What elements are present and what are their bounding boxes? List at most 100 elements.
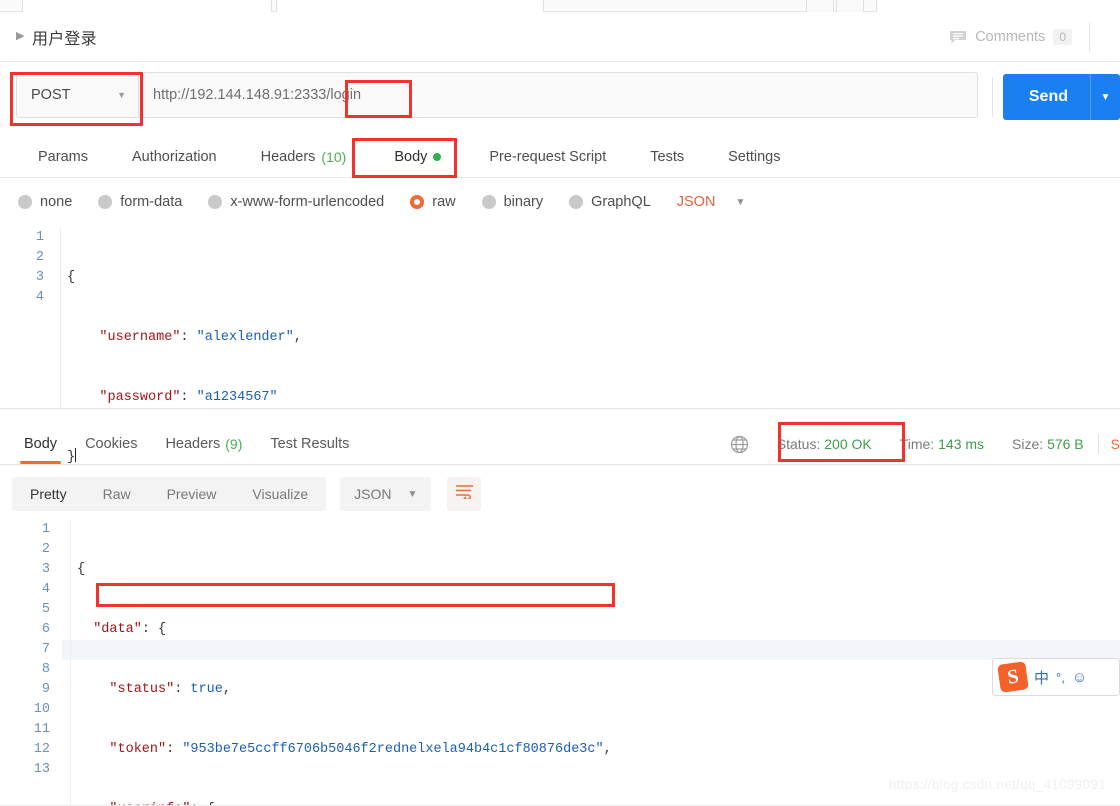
code-line: "token": "953be7e5ccff6706b5046f2rednelx… xyxy=(109,742,612,757)
tab-authorization[interactable]: Authorization xyxy=(110,136,239,178)
comments-button[interactable]: Comments 0 xyxy=(949,12,1072,62)
panel-divider xyxy=(0,408,1120,409)
code-line: { xyxy=(67,270,76,285)
time-badge: Time: 143 ms xyxy=(886,436,998,452)
request-tabs: Params Authorization Headers (10) Body P… xyxy=(0,136,1120,178)
ime-emoji-button[interactable]: ☺ xyxy=(1072,669,1087,686)
line-number: 11 xyxy=(33,722,50,737)
body-type-label: form-data xyxy=(120,194,183,210)
url-text: http://192.144.148.91:2333/login xyxy=(153,87,362,103)
ime-toolbar[interactable]: S 中 °, ☺ xyxy=(992,658,1120,696)
response-tab-headers[interactable]: Headers (9) xyxy=(151,424,256,464)
tab-tests[interactable]: Tests xyxy=(628,136,706,178)
save-response-link[interactable]: S xyxy=(1099,436,1120,452)
tab-count: (10) xyxy=(321,148,347,165)
tab-label: Headers xyxy=(260,148,316,165)
json-key: "token" xyxy=(109,742,167,757)
radio-icon xyxy=(569,195,584,209)
chevron-down-icon: ▼ xyxy=(407,488,418,500)
json-key: "status" xyxy=(109,682,175,697)
json-value: true xyxy=(190,682,223,697)
chevron-right-icon[interactable]: ▶ xyxy=(16,31,28,42)
line-number: 3 xyxy=(41,562,50,577)
response-format-select[interactable]: JSON ▼ xyxy=(340,477,432,511)
body-type-form-data[interactable]: form-data xyxy=(98,194,182,210)
tab-label: Params xyxy=(38,148,88,165)
tab-headers[interactable]: Headers (10) xyxy=(239,136,369,178)
send-button-group: Send ▼ xyxy=(991,74,1120,120)
send-button[interactable]: Send xyxy=(1002,74,1090,120)
line-number: 12 xyxy=(33,742,50,757)
url-bar: POST ▼ http://192.144.148.91:2333/login xyxy=(0,62,1120,128)
tab-strip-segment[interactable] xyxy=(22,0,272,12)
request-code[interactable]: { "username": "alexlender", "password": … xyxy=(60,228,1120,465)
radio-icon xyxy=(208,195,223,209)
response-body-editor[interactable]: 1 2 3 4 5 6 7 8 9 10 11 12 13 { "data": … xyxy=(0,520,1120,806)
url-input[interactable]: http://192.144.148.91:2333/login xyxy=(138,72,978,118)
line-number: 1 xyxy=(35,230,44,245)
response-meta: Status: 200 OK Time: 143 ms Size: 576 B … xyxy=(730,424,1120,464)
radio-icon xyxy=(18,195,32,209)
json-key: "password" xyxy=(99,390,181,405)
response-format-toolbar: Pretty Raw Preview Visualize JSON ▼ xyxy=(0,472,1120,516)
wrap-lines-button[interactable] xyxy=(447,477,482,511)
line-number: 7 xyxy=(41,642,50,657)
json-value: "a1234567" xyxy=(196,390,278,405)
ime-mode-button[interactable]: 中 xyxy=(1034,667,1049,688)
header-divider xyxy=(1089,22,1090,52)
body-format-label: JSON xyxy=(676,194,716,210)
line-number: 4 xyxy=(35,290,44,305)
sogou-logo-icon: S xyxy=(997,661,1029,693)
view-preview[interactable]: Preview xyxy=(149,477,235,511)
tab-strip-segment[interactable] xyxy=(276,0,544,12)
comments-label: Comments xyxy=(975,29,1046,45)
response-code[interactable]: { "data": { "status": true, "token": "95… xyxy=(70,520,1120,806)
ime-punctuation-button[interactable]: °, xyxy=(1056,670,1065,685)
tab-settings[interactable]: Settings xyxy=(706,136,802,178)
body-type-raw[interactable]: raw xyxy=(410,194,456,210)
tab-params[interactable]: Params xyxy=(16,136,110,178)
tab-pre-request-script[interactable]: Pre-request Script xyxy=(467,136,628,178)
body-type-graphql[interactable]: GraphQL xyxy=(569,194,651,210)
send-divider xyxy=(991,77,993,117)
line-number: 10 xyxy=(33,702,50,717)
view-raw[interactable]: Raw xyxy=(85,477,149,511)
response-tab-test-results[interactable]: Test Results xyxy=(256,424,363,464)
watermark: https://blog.csdn.net/qq_41099091 xyxy=(888,777,1106,792)
globe-icon[interactable] xyxy=(730,435,749,454)
request-body-editor[interactable]: 1 2 3 4 { "username": "alexlender", "pas… xyxy=(0,228,1120,465)
body-type-x-www-form-urlencoded[interactable]: x-www-form-urlencoded xyxy=(208,194,384,210)
body-format-select[interactable]: JSON ▼ xyxy=(677,194,746,210)
line-number: 9 xyxy=(41,682,50,697)
tab-label: Body xyxy=(394,148,428,165)
view-pretty[interactable]: Pretty xyxy=(12,477,85,511)
code-line: "data": { xyxy=(93,622,167,637)
response-tab-cookies[interactable]: Cookies xyxy=(71,424,151,464)
tab-body[interactable]: Body xyxy=(368,136,467,178)
line-number: 13 xyxy=(33,762,50,777)
size-value: 576 B xyxy=(1047,436,1084,452)
status-badge: Status: 200 OK xyxy=(763,436,886,452)
view-visualize[interactable]: Visualize xyxy=(234,477,326,511)
code-line: "username": "alexlender", xyxy=(99,330,302,345)
tab-strip-segment[interactable] xyxy=(836,0,864,12)
line-number: 1 xyxy=(41,522,50,537)
json-value: "alexlender" xyxy=(196,330,294,345)
tab-strip-segment[interactable] xyxy=(806,0,834,12)
request-gutter: 1 2 3 4 xyxy=(0,228,54,408)
line-number: 3 xyxy=(35,270,44,285)
body-type-none[interactable]: none xyxy=(18,194,72,210)
tab-label: Cookies xyxy=(85,436,138,452)
body-type-binary[interactable]: binary xyxy=(481,194,543,210)
http-method-select[interactable]: POST ▼ xyxy=(16,72,138,118)
tab-strip xyxy=(0,0,1120,12)
time-value: 143 ms xyxy=(938,436,985,452)
response-tab-body[interactable]: Body xyxy=(10,424,71,464)
response-view-group: Pretty Raw Preview Visualize xyxy=(12,477,327,511)
line-number: 2 xyxy=(41,542,50,557)
json-key: "data" xyxy=(93,622,142,637)
tab-label: Authorization xyxy=(131,148,217,165)
body-type-options: none form-data x-www-form-urlencoded raw… xyxy=(0,178,1120,226)
send-options-caret-icon[interactable]: ▼ xyxy=(1090,74,1120,120)
tab-strip-segment[interactable] xyxy=(876,0,1120,12)
